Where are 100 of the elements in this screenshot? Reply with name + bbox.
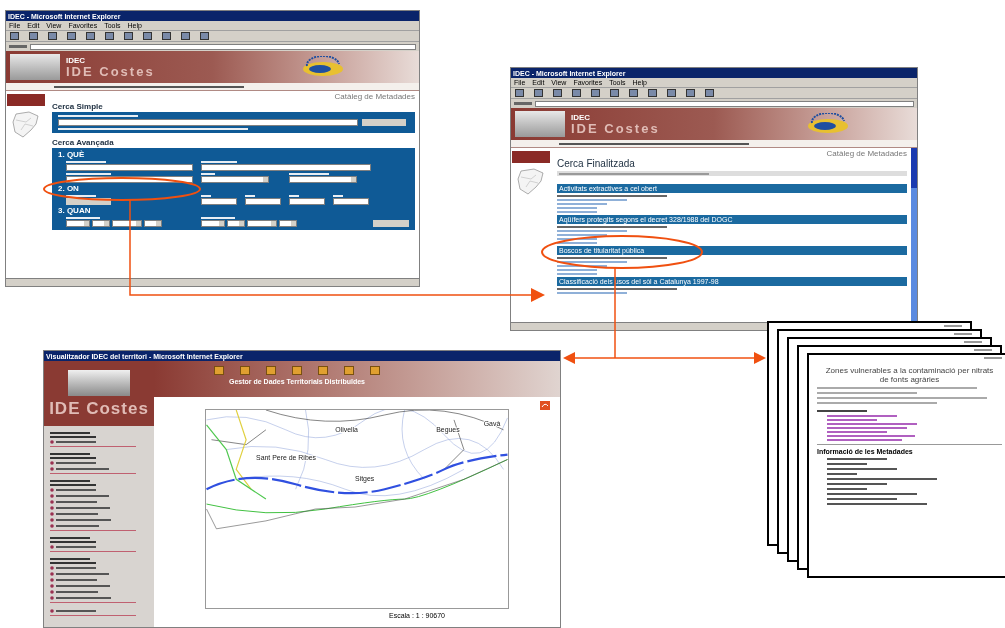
illegible-text-line bbox=[557, 265, 607, 267]
illegible-text-line bbox=[56, 597, 111, 599]
map-tool-button[interactable] bbox=[370, 366, 380, 375]
toolbar-button[interactable] bbox=[29, 32, 38, 40]
illegible-text-line bbox=[56, 519, 111, 521]
illegible-text-line bbox=[66, 173, 111, 175]
text-field[interactable] bbox=[201, 164, 371, 171]
toolbar-button[interactable] bbox=[572, 89, 581, 97]
toolbar-button[interactable] bbox=[667, 89, 676, 97]
search-field[interactable] bbox=[58, 119, 358, 126]
illegible-text-line bbox=[557, 269, 597, 271]
select-field[interactable] bbox=[144, 220, 162, 227]
coordinate-field[interactable] bbox=[289, 198, 325, 205]
region-map-icon bbox=[11, 110, 41, 140]
map-tool-button[interactable] bbox=[292, 366, 302, 375]
text-field[interactable] bbox=[66, 176, 193, 183]
illegible-text-line bbox=[50, 480, 90, 482]
illegible-text-line bbox=[201, 173, 215, 175]
select-field[interactable] bbox=[201, 220, 225, 227]
illegible-text-line bbox=[827, 419, 877, 421]
document-title: Zones vulnerables a la contaminació per nitrats de fonts agràries bbox=[824, 366, 995, 384]
section-heading: Cerca Simple bbox=[52, 103, 104, 111]
toolbar-button[interactable] bbox=[591, 89, 600, 97]
illegible-text-line bbox=[56, 468, 109, 470]
illegible-text-line bbox=[984, 357, 1002, 359]
illegible-text-line bbox=[944, 325, 962, 327]
illegible-text-line bbox=[50, 432, 90, 434]
illegible-text-line bbox=[827, 483, 887, 485]
illegible-text-line bbox=[557, 230, 627, 232]
illegible-text-line bbox=[56, 610, 96, 612]
map-tool-button[interactable] bbox=[344, 366, 354, 375]
toolbar-button[interactable] bbox=[162, 32, 171, 40]
select-field[interactable] bbox=[227, 220, 245, 227]
select-field[interactable] bbox=[279, 220, 297, 227]
logo-icon bbox=[300, 56, 345, 78]
illegible-text-line bbox=[50, 537, 90, 539]
toolbar-button[interactable] bbox=[143, 32, 152, 40]
toolbar-button[interactable] bbox=[686, 89, 695, 97]
illegible-text-line bbox=[964, 341, 982, 343]
site-name: IDE Costes bbox=[571, 121, 660, 135]
toolbar-button[interactable] bbox=[705, 89, 714, 97]
illegible-text-line bbox=[56, 573, 109, 575]
illegible-text-line bbox=[201, 217, 235, 219]
address-field[interactable] bbox=[535, 100, 914, 107]
illegible-text-line bbox=[50, 453, 90, 455]
illegible-text-line bbox=[557, 292, 627, 294]
scrollbar[interactable] bbox=[911, 148, 917, 322]
select-field[interactable] bbox=[92, 220, 110, 227]
illegible-text-line bbox=[66, 217, 100, 219]
illegible-text-line bbox=[56, 507, 110, 509]
toolbar-button[interactable] bbox=[181, 32, 190, 40]
illegible-text-line bbox=[56, 441, 96, 443]
coordinate-field[interactable] bbox=[333, 198, 369, 205]
toolbar-button[interactable] bbox=[105, 32, 114, 40]
toolbar-button[interactable] bbox=[610, 89, 619, 97]
illegible-text-line bbox=[50, 562, 96, 564]
photo-placeholder bbox=[68, 370, 130, 396]
illegible-text-line bbox=[827, 458, 887, 460]
page-heading: Cerca Finalitzada bbox=[557, 159, 636, 169]
toolbar-button[interactable] bbox=[629, 89, 638, 97]
illegible-text-line bbox=[827, 431, 887, 433]
map-tool-button[interactable] bbox=[214, 366, 224, 375]
toolbar-button[interactable] bbox=[124, 32, 133, 40]
illegible-text-line bbox=[66, 161, 106, 163]
address-field[interactable] bbox=[30, 43, 416, 50]
toolbar-button[interactable] bbox=[67, 32, 76, 40]
illegible-text-line bbox=[827, 415, 897, 417]
map-button[interactable] bbox=[66, 198, 111, 205]
illegible-text-line bbox=[56, 567, 96, 569]
site-name: IDE Costes bbox=[66, 64, 155, 78]
select-field[interactable] bbox=[112, 220, 142, 227]
select-field[interactable] bbox=[247, 220, 277, 227]
toolbar-button[interactable] bbox=[515, 89, 524, 97]
illegible-text-line bbox=[9, 45, 27, 48]
select-field[interactable] bbox=[289, 176, 357, 183]
step-heading: 3. QUAN bbox=[58, 207, 92, 215]
toolbar-button[interactable] bbox=[553, 89, 562, 97]
coordinate-field[interactable] bbox=[245, 198, 281, 205]
section-title: Catàleg de Metadades bbox=[334, 93, 415, 101]
toolbar-button[interactable] bbox=[48, 32, 57, 40]
toolbar-button[interactable] bbox=[200, 32, 209, 40]
select-field[interactable] bbox=[201, 176, 269, 183]
illegible-text-line bbox=[557, 234, 607, 236]
illegible-text-line bbox=[827, 473, 857, 475]
illegible-text-line bbox=[56, 462, 96, 464]
toolbar-button[interactable] bbox=[86, 32, 95, 40]
toolbar-button[interactable] bbox=[10, 32, 19, 40]
coordinate-field[interactable] bbox=[201, 198, 237, 205]
toolbar-button[interactable] bbox=[648, 89, 657, 97]
layer-icon bbox=[50, 609, 54, 613]
illegible-text-line bbox=[557, 199, 627, 201]
toolbar-button[interactable] bbox=[534, 89, 543, 97]
select-field[interactable] bbox=[66, 220, 90, 227]
text-field[interactable] bbox=[66, 164, 193, 171]
map-tool-button[interactable] bbox=[266, 366, 276, 375]
layer-icon bbox=[50, 440, 54, 444]
illegible-text-line bbox=[557, 203, 607, 205]
map-tool-button[interactable] bbox=[318, 366, 328, 375]
map-tool-button[interactable] bbox=[240, 366, 250, 375]
illegible-text-line bbox=[50, 457, 96, 459]
